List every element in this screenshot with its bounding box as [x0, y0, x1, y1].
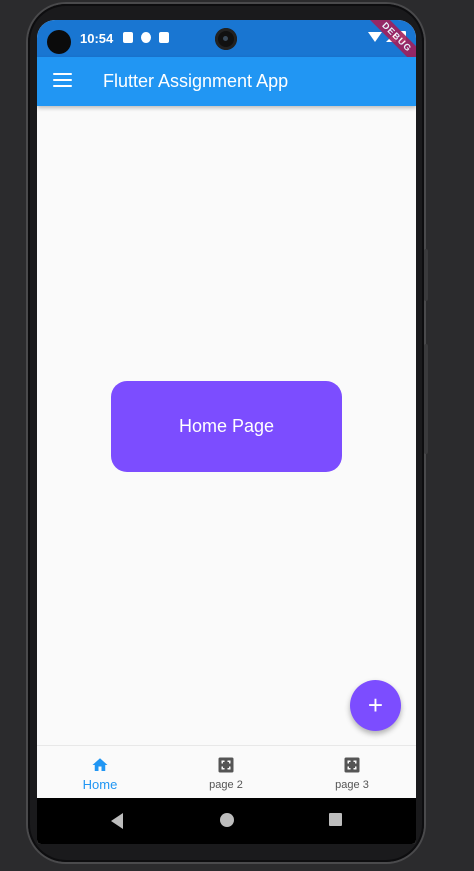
expand-icon — [218, 757, 234, 773]
notification-icons — [123, 32, 169, 43]
power-button — [424, 344, 428, 454]
status-time: 10:54 — [80, 31, 114, 46]
expand-icon — [344, 757, 360, 773]
volume-button — [424, 249, 428, 301]
nav-label-page-2: page 2 — [209, 779, 243, 791]
home-page-label: Home Page — [178, 416, 275, 436]
sd-card-icon — [159, 32, 169, 43]
notification-icon — [141, 32, 151, 43]
nav-label-page-3: page 3 — [335, 779, 369, 791]
nav-label-home: Home — [82, 777, 118, 792]
status-bar: 10:54 DEBUG — [37, 20, 416, 74]
system-navigation-bar — [37, 798, 416, 844]
device-screen: 10:54 DEBUG Flutter Assignment App Home … — [37, 20, 416, 844]
punch-hole — [47, 30, 71, 54]
recents-icon[interactable] — [329, 813, 342, 826]
home-page-card: Home Page — [111, 381, 342, 472]
home-circle-icon[interactable] — [220, 813, 234, 827]
nav-item-home[interactable]: Home — [37, 746, 163, 799]
menu-icon[interactable] — [53, 73, 72, 87]
app-title: Flutter Assignment App — [103, 71, 289, 91]
add-icon: + — [367, 690, 384, 720]
bottom-navigation: Home page 2 page 3 — [37, 745, 416, 799]
back-icon[interactable] — [111, 813, 123, 829]
home-icon — [92, 758, 108, 771]
app-bar: Flutter Assignment App — [37, 57, 416, 106]
front-camera — [215, 28, 237, 50]
nav-item-page-2[interactable]: page 2 — [163, 746, 289, 799]
notification-icon — [123, 32, 133, 43]
nav-item-page-3[interactable]: page 3 — [289, 746, 415, 799]
add-fab-button[interactable]: + — [350, 680, 401, 731]
wifi-icon — [368, 32, 382, 42]
